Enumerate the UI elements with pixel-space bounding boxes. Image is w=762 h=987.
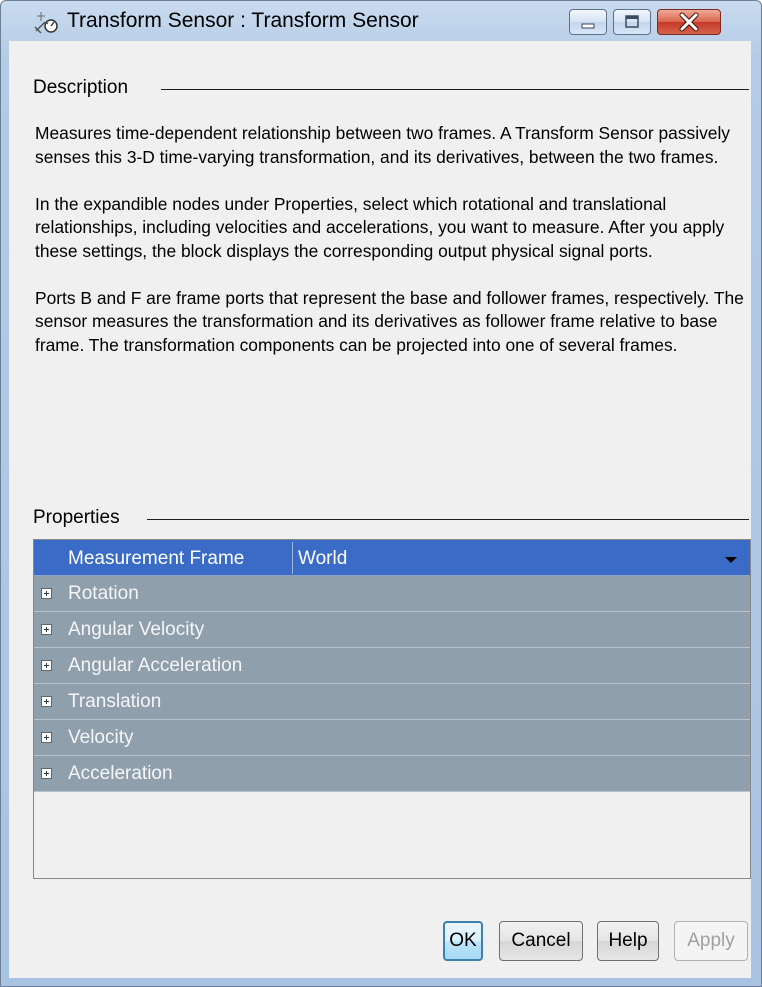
dropdown-arrow-icon[interactable] — [725, 557, 737, 563]
plus-expand-icon[interactable] — [41, 588, 52, 599]
tree-node-velocity[interactable]: Velocity — [34, 720, 750, 756]
description-paragraph: Ports B and F are frame ports that repre… — [35, 287, 744, 355]
tree-node-label: Acceleration — [68, 763, 173, 784]
property-tree[interactable]: Measurement Frame World Rotation Angular… — [33, 539, 751, 879]
description-text: Measures time-dependent relationship bet… — [35, 122, 745, 381]
tree-node-label: Angular Acceleration — [68, 655, 243, 676]
tree-node-rotation[interactable]: Rotation — [34, 576, 750, 612]
ok-button[interactable]: OK — [443, 921, 483, 961]
transform-sensor-icon — [34, 12, 58, 34]
help-button[interactable]: Help — [597, 921, 659, 961]
plus-expand-icon[interactable] — [41, 696, 52, 707]
column-divider — [292, 542, 293, 574]
apply-button[interactable]: Apply — [674, 921, 748, 961]
title-bar[interactable]: Transform Sensor : Transform Sensor — [1, 1, 761, 41]
tree-node-translation[interactable]: Translation — [34, 684, 750, 720]
measurement-frame-select[interactable]: World — [298, 548, 347, 570]
close-button[interactable] — [657, 9, 721, 35]
description-divider — [161, 89, 749, 90]
tree-node-label: Velocity — [68, 727, 134, 748]
cancel-button[interactable]: Cancel — [499, 921, 583, 961]
plus-expand-icon[interactable] — [41, 660, 52, 671]
dialog-window: Transform Sensor : Transform Sensor Desc… — [0, 0, 762, 987]
description-paragraph: Measures time-dependent relationship bet… — [35, 123, 731, 167]
description-group-label: Description — [33, 77, 135, 99]
tree-node-angular-acceleration[interactable]: Angular Acceleration — [34, 648, 750, 684]
description-paragraph: In the expandible nodes under Properties… — [35, 193, 725, 261]
tree-node-label: Translation — [68, 691, 162, 712]
measurement-frame-label: Measurement Frame — [68, 548, 245, 569]
tree-node-label: Angular Velocity — [68, 619, 205, 640]
maximize-icon — [625, 15, 639, 28]
properties-divider — [147, 519, 749, 520]
maximize-button[interactable] — [613, 9, 651, 35]
tree-node-angular-velocity[interactable]: Angular Velocity — [34, 612, 750, 648]
plus-expand-icon[interactable] — [41, 732, 52, 743]
close-icon — [679, 12, 699, 32]
tree-node-acceleration[interactable]: Acceleration — [34, 756, 750, 792]
minimize-button[interactable] — [569, 9, 607, 35]
window-title: Transform Sensor : Transform Sensor — [67, 9, 419, 32]
plus-expand-icon[interactable] — [41, 624, 52, 635]
measurement-frame-row[interactable]: Measurement Frame World — [34, 540, 750, 576]
properties-group-label: Properties — [33, 507, 126, 529]
minimize-icon — [581, 23, 595, 29]
plus-expand-icon[interactable] — [41, 768, 52, 779]
tree-node-label: Rotation — [68, 583, 139, 604]
